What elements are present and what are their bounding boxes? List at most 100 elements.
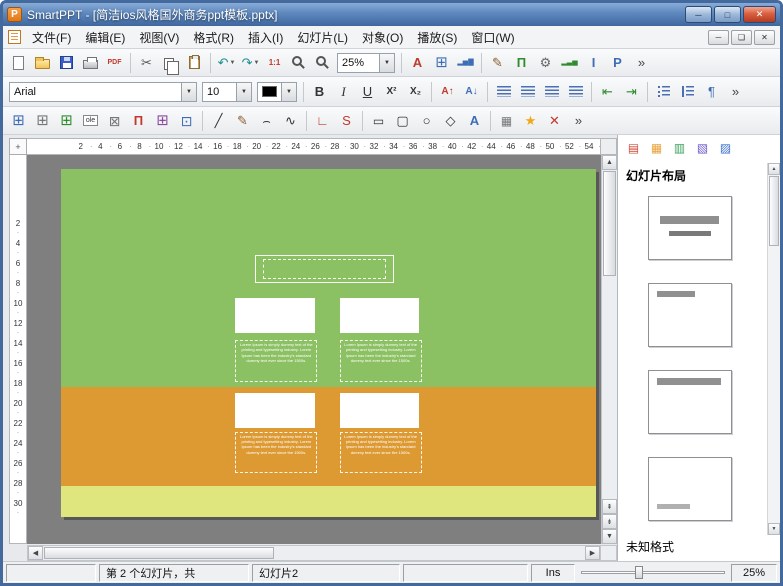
- new-slide-icon[interactable]: ▤: [624, 140, 643, 157]
- layout-thumbnail-3[interactable]: [648, 370, 732, 434]
- title-placeholder[interactable]: [255, 254, 395, 284]
- caption-text-placeholder-1[interactable]: Lorem Ipsum is simply dummy text of the …: [235, 340, 318, 382]
- slide-canvas[interactable]: Lorem Ipsum is simply dummy text of the …: [27, 155, 601, 544]
- open-folder-icon[interactable]: [31, 52, 54, 74]
- increase-indent-icon[interactable]: ⇥: [620, 81, 643, 103]
- slide-design-icon[interactable]: ▦: [647, 140, 666, 157]
- subscript-icon[interactable]: X₂: [404, 81, 427, 103]
- content-image-placeholder-3[interactable]: [235, 393, 316, 429]
- dropdown-arrow-icon[interactable]: ▼: [253, 60, 259, 66]
- underline-icon[interactable]: U: [356, 81, 379, 103]
- italic-icon[interactable]: I: [332, 81, 355, 103]
- panel-scrollbar[interactable]: ▲ ▼: [767, 163, 780, 535]
- superscript-icon[interactable]: X²: [380, 81, 403, 103]
- vertical-scrollbar[interactable]: ▲ ⇞ ⇟ ▼: [601, 155, 617, 544]
- template-icon[interactable]: ▨: [716, 140, 735, 157]
- rounded-rectangle-icon[interactable]: ▢: [391, 110, 414, 132]
- font-select[interactable]: Arial ▼: [9, 81, 197, 102]
- arc-icon[interactable]: ⌢: [255, 110, 278, 132]
- horizontal-scrollbar[interactable]: ◀ ▶: [27, 545, 601, 561]
- font-size-select[interactable]: 10 ▼: [202, 81, 252, 102]
- panel-scroll-up-button[interactable]: ▲: [768, 163, 780, 175]
- align-left-icon[interactable]: [492, 81, 515, 103]
- insert-table-icon[interactable]: ⊞: [430, 52, 453, 74]
- bullets-icon[interactable]: [652, 81, 675, 103]
- mdi-minimize-button[interactable]: ─: [708, 29, 729, 45]
- font-color-select[interactable]: ▼: [257, 81, 297, 102]
- decrease-font-icon[interactable]: A↓: [460, 81, 483, 103]
- scroll-right-button[interactable]: ▶: [585, 546, 600, 560]
- next-slide-button[interactable]: ⇟: [602, 514, 617, 529]
- align-center-icon[interactable]: [516, 81, 539, 103]
- spreadsheet-icon[interactable]: ⊞: [55, 110, 78, 132]
- mdi-close-button[interactable]: ✕: [754, 29, 775, 45]
- menu-item-6[interactable]: 对象(O): [355, 27, 410, 48]
- vertical-ruler[interactable]: 24681012141618202224262830: [9, 155, 27, 544]
- zoom-slider[interactable]: [578, 564, 728, 582]
- redo-icon[interactable]: ↷ ▼: [239, 52, 262, 74]
- minimize-button[interactable]: ─: [685, 6, 712, 23]
- panel-scroll-down-button[interactable]: ▼: [768, 523, 780, 535]
- edit-points-icon[interactable]: ✎: [486, 52, 509, 74]
- numbering-icon[interactable]: [676, 81, 699, 103]
- scroll-down-button[interactable]: ▼: [602, 529, 617, 544]
- close-button[interactable]: ✕: [743, 6, 776, 23]
- pen-icon[interactable]: ✎: [231, 110, 254, 132]
- panel-scroll-thumb[interactable]: [769, 176, 779, 246]
- slide[interactable]: Lorem Ipsum is simply dummy text of the …: [61, 169, 596, 517]
- info-icon[interactable]: I: [582, 52, 605, 74]
- increase-font-icon[interactable]: A↑: [436, 81, 459, 103]
- previous-slide-button[interactable]: ⇞: [602, 499, 617, 514]
- bold-icon[interactable]: B: [308, 81, 331, 103]
- title-bar[interactable]: P SmartPPT - [简洁ios风格国外商务ppt模板.pptx] ─ □…: [3, 3, 780, 26]
- paragraph-icon[interactable]: ¶: [700, 81, 723, 103]
- print-icon[interactable]: [79, 52, 102, 74]
- polygon-icon[interactable]: ◇: [439, 110, 462, 132]
- star-icon[interactable]: ★: [519, 110, 542, 132]
- insert-chart-icon[interactable]: ▂▅▇: [454, 52, 477, 74]
- dropdown-arrow-icon[interactable]: ▼: [229, 60, 235, 66]
- statistics-icon[interactable]: ▂▃▅: [558, 52, 581, 74]
- align-justify-icon[interactable]: [564, 81, 587, 103]
- rectangle-icon[interactable]: ▭: [367, 110, 390, 132]
- frame-icon[interactable]: ⊠: [103, 110, 126, 132]
- formula-icon[interactable]: Π: [510, 52, 533, 74]
- new-document-icon[interactable]: [7, 52, 30, 74]
- content-image-placeholder-1[interactable]: [235, 298, 316, 334]
- cancel-shape-icon[interactable]: ✕: [543, 110, 566, 132]
- zoom-select[interactable]: 25% ▼: [337, 52, 395, 73]
- save-icon[interactable]: [55, 52, 78, 74]
- zoom-slider-thumb[interactable]: [635, 565, 643, 579]
- cut-icon[interactable]: ✂: [135, 52, 158, 74]
- font-color-icon[interactable]: A: [406, 52, 429, 74]
- fit-window-icon[interactable]: ▦: [495, 110, 518, 132]
- vertical-scroll-thumb[interactable]: [603, 171, 616, 276]
- menu-item-8[interactable]: 窗口(W): [464, 27, 521, 48]
- undo-icon[interactable]: ↶ ▼: [215, 52, 238, 74]
- tools-icon[interactable]: ⚙: [534, 52, 557, 74]
- layout-thumbnail-4[interactable]: [648, 457, 732, 521]
- chart-layout-icon[interactable]: ▥: [670, 140, 689, 157]
- zoom-area-icon[interactable]: [311, 52, 334, 74]
- menu-item-2[interactable]: 视图(V): [132, 27, 186, 48]
- object-frame-icon[interactable]: ⊡: [175, 110, 198, 132]
- overflow-chevron[interactable]: »: [724, 81, 747, 103]
- text-frame-icon[interactable]: Π: [127, 110, 150, 132]
- freeform-icon[interactable]: ∿: [279, 110, 302, 132]
- color-scheme-icon[interactable]: ▧: [693, 140, 712, 157]
- mdi-restore-button[interactable]: ❏: [731, 29, 752, 45]
- menu-item-7[interactable]: 播放(S): [410, 27, 464, 48]
- align-right-icon[interactable]: [540, 81, 563, 103]
- caption-text-placeholder-4[interactable]: Lorem Ipsum is simply dummy text of the …: [339, 432, 422, 474]
- caption-text-placeholder-3[interactable]: Lorem Ipsum is simply dummy text of the …: [235, 432, 318, 474]
- menu-item-0[interactable]: 文件(F): [25, 27, 78, 48]
- wordart-icon[interactable]: A: [463, 110, 486, 132]
- ruler-origin-button[interactable]: +: [9, 138, 27, 155]
- plugin-icon[interactable]: P: [606, 52, 629, 74]
- horizontal-ruler[interactable]: 2468101214161820222426283032343638404244…: [27, 138, 601, 155]
- line-icon[interactable]: ╱: [207, 110, 230, 132]
- menu-item-5[interactable]: 幻灯片(L): [290, 27, 355, 48]
- decrease-indent-icon[interactable]: ⇤: [596, 81, 619, 103]
- scroll-left-button[interactable]: ◀: [28, 546, 43, 560]
- menu-item-1[interactable]: 编辑(E): [78, 27, 132, 48]
